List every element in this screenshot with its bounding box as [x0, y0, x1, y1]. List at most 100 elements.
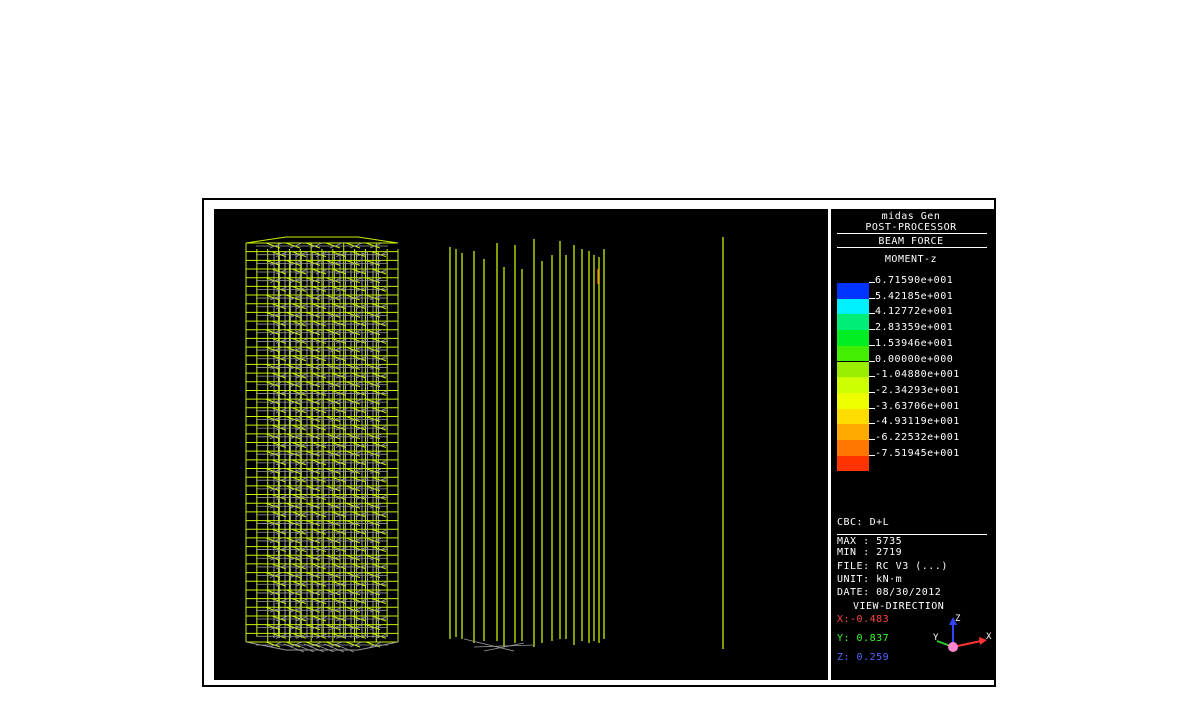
diagonal-member — [365, 242, 381, 249]
diagonal-member — [285, 520, 301, 527]
diagonal-member — [285, 346, 301, 353]
diagonal-member — [285, 589, 301, 596]
legend-swatch — [837, 392, 869, 409]
diagonal-member — [285, 416, 301, 422]
legend-swatch — [837, 345, 869, 362]
view-y: Y: 0.837 — [837, 633, 890, 644]
legend-value: -1.04880e+001 — [875, 369, 960, 381]
diagonal-member — [291, 407, 307, 414]
diagonal-member — [345, 433, 361, 440]
diagonal-member — [291, 598, 307, 605]
diagonal-member — [291, 476, 307, 483]
legend-swatch — [837, 424, 869, 440]
file-name: FILE: RC V3 (...) — [837, 561, 948, 572]
diagonal-member — [345, 468, 361, 474]
diagonal-member — [285, 485, 301, 492]
diagonal-member — [291, 494, 307, 501]
legend-value: -4.93119e+001 — [875, 416, 960, 428]
diagonal-member — [291, 615, 307, 622]
legend-value: 5.42185e+001 — [875, 290, 954, 302]
diagonal-member — [285, 277, 301, 284]
diagonal-member — [291, 268, 307, 275]
diagonal-member — [345, 381, 361, 388]
legend-value: -3.63706e+001 — [875, 400, 960, 412]
diagonal-member — [291, 632, 307, 639]
diagonal-member — [291, 511, 307, 518]
legend-value: 6.71590e+001 — [875, 275, 954, 286]
result-type: BEAM FORCE — [878, 236, 944, 247]
diagonal-member — [285, 572, 301, 579]
legend-value: -6.22532e+001 — [875, 432, 960, 443]
diagonal-member — [345, 398, 361, 405]
diagonal-member — [345, 294, 361, 301]
legend-swatch — [837, 298, 869, 315]
min-value: MIN : 2719 — [837, 547, 903, 558]
diagonal-member — [285, 433, 301, 440]
diagonal-member — [285, 537, 301, 544]
legend-swatch — [837, 361, 869, 378]
legend-swatch — [837, 377, 869, 393]
view-z: Z: 0.259 — [837, 652, 890, 663]
module-title: POST-PROCESSOR — [865, 222, 957, 233]
diagonal-member — [285, 624, 301, 631]
diagonal-member — [291, 546, 307, 553]
component-label: MOMENT-z — [884, 254, 938, 265]
load-combination: CBC: D+L — [837, 517, 890, 528]
diagonal-member — [345, 450, 361, 457]
diagonal-member — [305, 641, 321, 648]
diagonal-member — [345, 416, 361, 422]
diagonal-member — [325, 242, 341, 249]
diagonal-member — [291, 424, 307, 431]
view-direction-title: VIEW-DIRECTION — [853, 601, 945, 612]
divider — [837, 534, 987, 535]
divider — [837, 233, 987, 234]
diagonal-member — [285, 381, 301, 388]
roof-edge — [357, 236, 399, 244]
diagonal-member — [345, 311, 361, 318]
diagonal-member — [345, 537, 361, 544]
diagonal-member — [345, 363, 361, 370]
diagonal-member — [285, 311, 301, 318]
diagonal-member — [345, 242, 361, 249]
diagonal-member — [345, 641, 361, 648]
diagonal-member — [285, 606, 301, 613]
diagonal-member — [345, 572, 361, 579]
diagonal-member — [345, 485, 361, 492]
legend-swatch — [837, 455, 869, 472]
diagonal-member — [291, 442, 307, 448]
axis-x-label: X — [986, 632, 992, 642]
legend-swatch — [837, 314, 869, 331]
legend-swatch — [837, 283, 869, 299]
diagonal-member — [345, 346, 361, 353]
unit-label: UNIT: kN·m — [837, 574, 903, 585]
legend-value: 4.12772e+001 — [875, 306, 954, 318]
diagonal-member — [291, 389, 307, 396]
diagonal-member — [285, 468, 301, 474]
diagonal-member — [345, 259, 361, 266]
diagonal-member — [291, 337, 307, 344]
legend-panel: midas Gen POST-PROCESSOR BEAM FORCE MOME… — [830, 209, 995, 680]
diagonal-member — [345, 277, 361, 284]
legend-value: 2.83359e+001 — [875, 322, 954, 334]
axis-z-label: Z — [955, 614, 961, 624]
diagonal-member — [291, 459, 307, 466]
diagonal-member — [291, 320, 307, 327]
diagonal-member — [285, 641, 301, 648]
roof-edge — [245, 236, 287, 244]
diagonal-member — [291, 355, 307, 362]
diagonal-member — [285, 242, 301, 249]
diagonal-member — [265, 242, 281, 249]
legend-swatch — [837, 408, 869, 425]
diagonal-member — [345, 624, 361, 631]
divider — [837, 247, 987, 248]
diagonal-member — [285, 398, 301, 405]
legend-value: -7.51945e+001 — [875, 447, 960, 459]
diagonal-member — [345, 606, 361, 613]
structure-model-drawing[interactable] — [214, 209, 828, 680]
diagonal-member — [285, 554, 301, 561]
diagonal-member — [345, 554, 361, 561]
legend-swatch — [837, 330, 869, 346]
legend-value: 0.00000e+000 — [875, 353, 954, 365]
model-viewport[interactable] — [214, 209, 828, 680]
diagonal-member — [345, 589, 361, 596]
